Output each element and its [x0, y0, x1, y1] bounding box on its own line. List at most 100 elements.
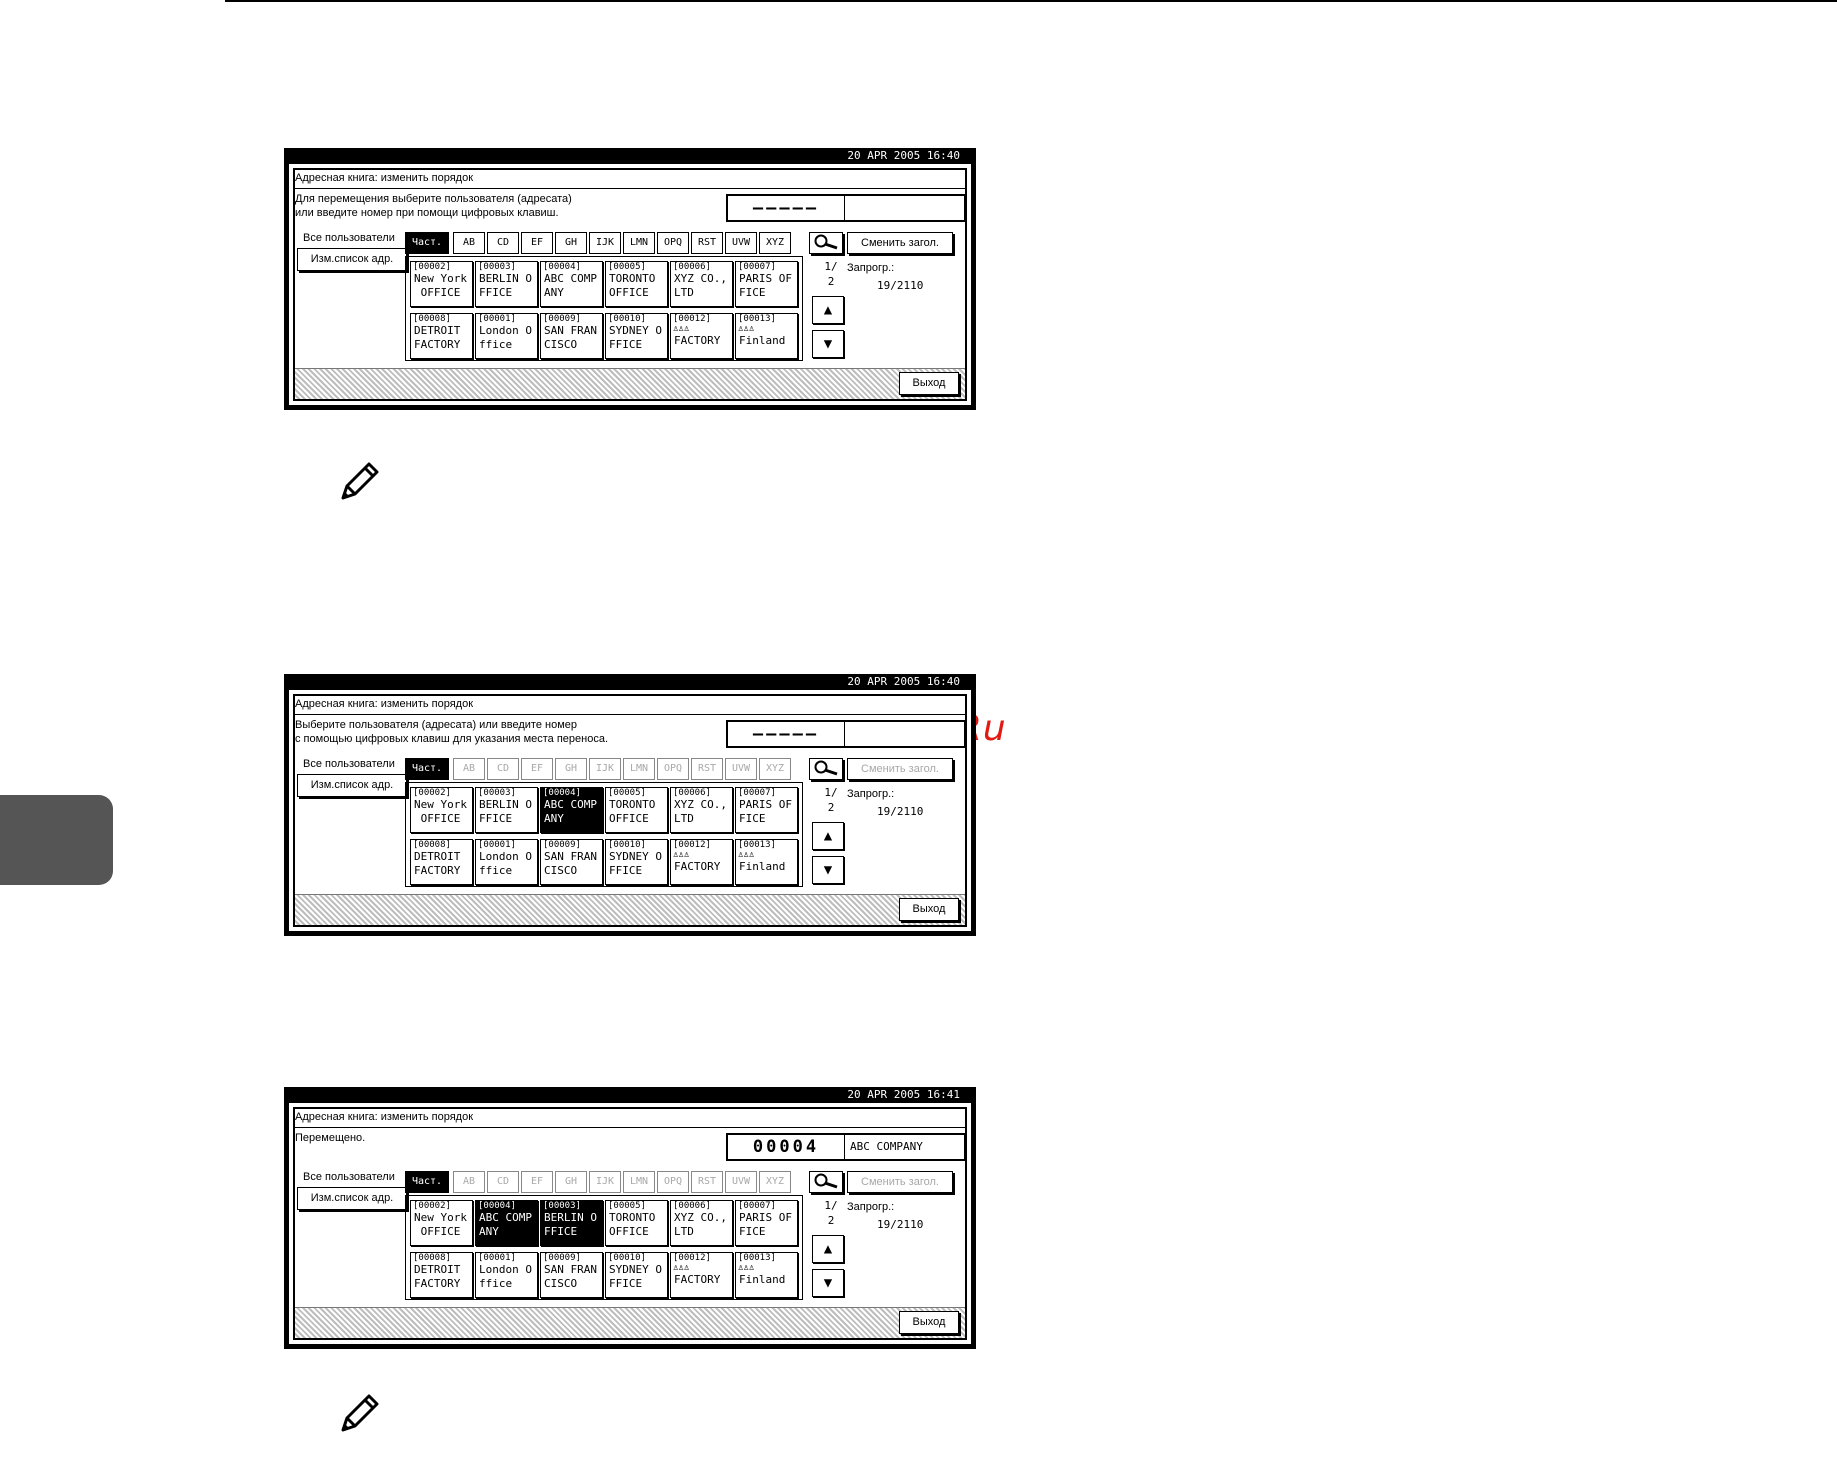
tab-uvw[interactable]: UVW	[725, 758, 757, 780]
scroll-up-button[interactable]: ▲	[812, 1235, 844, 1263]
destination-key[interactable]: [00007] PARIS OF FICE	[735, 261, 798, 307]
tab-ijk[interactable]: IJK	[589, 1171, 621, 1193]
destination-key[interactable]: [00001] London Office	[475, 839, 538, 885]
destination-key[interactable]: [00013] ♙♙♙ Finland	[735, 313, 798, 359]
edit-address-list-button[interactable]: Изм.список адр.	[297, 248, 407, 271]
tab-gh[interactable]: GH	[555, 1171, 587, 1193]
tab-ab[interactable]: AB	[453, 1171, 485, 1193]
exit-button[interactable]: Выход	[899, 898, 959, 921]
tab-gh[interactable]: GH	[555, 758, 587, 780]
exit-button[interactable]: Выход	[899, 1311, 959, 1334]
tab-uvw[interactable]: UVW	[725, 1171, 757, 1193]
destination-key[interactable]: [00003] BERLIN O FFICE	[540, 1200, 603, 1246]
destination-key[interactable]: [00007] PARIS OF FICE	[735, 787, 798, 833]
destination-key[interactable]: [00001] London Office	[475, 1252, 538, 1298]
switch-title-button[interactable]: Сменить загол.	[847, 1171, 953, 1193]
destination-key[interactable]: [00008] DETROIT FACTORY	[410, 1252, 473, 1298]
destination-key[interactable]: [00002] New York OFFICE	[410, 1200, 473, 1246]
tab-lmn[interactable]: LMN	[623, 758, 655, 780]
destination-id: [00001]	[478, 840, 516, 850]
switch-title-button[interactable]: Сменить загол.	[847, 232, 953, 254]
destination-key[interactable]: [00009] SAN FRAN CISCO	[540, 1252, 603, 1298]
tab-част[interactable]: Част.	[405, 1171, 449, 1193]
destination-key[interactable]: [00012] ♙♙♙ FACTORY	[670, 839, 733, 885]
tab-lmn[interactable]: LMN	[623, 232, 655, 254]
tab-uvw[interactable]: UVW	[725, 232, 757, 254]
search-button[interactable]	[809, 232, 843, 254]
tab-cd[interactable]: CD	[487, 1171, 519, 1193]
destination-key[interactable]: [00004] ABC COMP ANY	[540, 787, 603, 833]
tab-cd[interactable]: CD	[487, 758, 519, 780]
destination-key[interactable]: [00005] TORONTO OFFICE	[605, 1200, 668, 1246]
edit-address-list-button[interactable]: Изм.список адр.	[297, 1187, 407, 1210]
tab-xyz[interactable]: XYZ	[759, 232, 791, 254]
destination-id: [00005]	[608, 1201, 646, 1211]
tab-cd[interactable]: CD	[487, 232, 519, 254]
destination-name: OFFICE	[609, 286, 649, 299]
tab-opq[interactable]: OPQ	[657, 1171, 689, 1193]
destination-name: FFICE	[609, 338, 643, 351]
tab-ef[interactable]: EF	[521, 758, 553, 780]
destination-key[interactable]: [00010] SYDNEY O FFICE	[605, 313, 668, 359]
tab-ab[interactable]: AB	[453, 758, 485, 780]
scroll-down-button[interactable]: ▼	[812, 330, 844, 358]
destination-key[interactable]: [00010] SYDNEY O FFICE	[605, 1252, 668, 1298]
tab-rst[interactable]: RST	[691, 1171, 723, 1193]
tab-ab[interactable]: AB	[453, 232, 485, 254]
destination-key[interactable]: [00006] XYZ CO., LTD	[670, 1200, 733, 1246]
destination-key[interactable]: [00005] TORONTO OFFICE	[605, 787, 668, 833]
destination-key[interactable]: [00007] PARIS OF FICE	[735, 1200, 798, 1246]
tab-ef[interactable]: EF	[521, 1171, 553, 1193]
page-top-rule	[225, 0, 1837, 2]
tab-xyz[interactable]: XYZ	[759, 758, 791, 780]
destination-key[interactable]: [00004] ABC COMP ANY	[475, 1200, 538, 1246]
tab-lmn[interactable]: LMN	[623, 1171, 655, 1193]
destination-key[interactable]: [00002] New York OFFICE	[410, 787, 473, 833]
destination-name: ABC COMP	[544, 272, 597, 285]
tab-част[interactable]: Част.	[405, 758, 449, 780]
tab-gh[interactable]: GH	[555, 232, 587, 254]
instruction-message: Перемещено.	[295, 1131, 725, 1145]
destination-key[interactable]: [00003] BERLIN O FFICE	[475, 261, 538, 307]
destination-key[interactable]: [00004] ABC COMP ANY	[540, 261, 603, 307]
tab-opq[interactable]: OPQ	[657, 232, 689, 254]
destination-key[interactable]: [00003] BERLIN O FFICE	[475, 787, 538, 833]
destination-key[interactable]: [00009] SAN FRAN CISCO	[540, 839, 603, 885]
destination-key[interactable]: [00012] ♙♙♙ FACTORY	[670, 1252, 733, 1298]
search-button[interactable]	[809, 1171, 843, 1193]
edit-address-list-button[interactable]: Изм.список адр.	[297, 774, 407, 797]
destination-key[interactable]: [00009] SAN FRAN CISCO	[540, 313, 603, 359]
tab-rst[interactable]: RST	[691, 758, 723, 780]
destination-key[interactable]: [00008] DETROIT FACTORY	[410, 313, 473, 359]
exit-button[interactable]: Выход	[899, 372, 959, 395]
destination-key[interactable]: [00005] TORONTO OFFICE	[605, 261, 668, 307]
tab-ef[interactable]: EF	[521, 232, 553, 254]
destination-key[interactable]: [00008] DETROIT FACTORY	[410, 839, 473, 885]
registered-info: Запрогр.: 19/2110	[847, 786, 923, 820]
tab-ijk[interactable]: IJK	[589, 758, 621, 780]
tab-xyz[interactable]: XYZ	[759, 1171, 791, 1193]
switch-title-button[interactable]: Сменить загол.	[847, 758, 953, 780]
destination-key[interactable]: [00001] London Office	[475, 313, 538, 359]
destination-key[interactable]: [00002] New York OFFICE	[410, 261, 473, 307]
scroll-down-button[interactable]: ▼	[812, 856, 844, 884]
scroll-up-button[interactable]: ▲	[812, 822, 844, 850]
destination-name: LTD	[674, 286, 694, 299]
number-name: ABC COMPANY	[850, 1140, 923, 1153]
destination-key[interactable]: [00013] ♙♙♙ Finland	[735, 839, 798, 885]
destination-key[interactable]: [00006] XYZ CO., LTD	[670, 261, 733, 307]
destination-name: XYZ CO.,	[674, 272, 727, 285]
destination-key[interactable]: [00013] ♙♙♙ Finland	[735, 1252, 798, 1298]
search-button[interactable]	[809, 758, 843, 780]
number-value: 00004	[728, 1135, 845, 1159]
tab-част[interactable]: Част.	[405, 232, 449, 254]
destination-key[interactable]: [00006] XYZ CO., LTD	[670, 787, 733, 833]
destination-key[interactable]: [00010] SYDNEY O FFICE	[605, 839, 668, 885]
tab-rst[interactable]: RST	[691, 232, 723, 254]
scroll-up-button[interactable]: ▲	[812, 296, 844, 324]
tab-opq[interactable]: OPQ	[657, 758, 689, 780]
destination-name: ffice	[479, 1277, 513, 1290]
scroll-down-button[interactable]: ▼	[812, 1269, 844, 1297]
tab-ijk[interactable]: IJK	[589, 232, 621, 254]
destination-key[interactable]: [00012] ♙♙♙ FACTORY	[670, 313, 733, 359]
